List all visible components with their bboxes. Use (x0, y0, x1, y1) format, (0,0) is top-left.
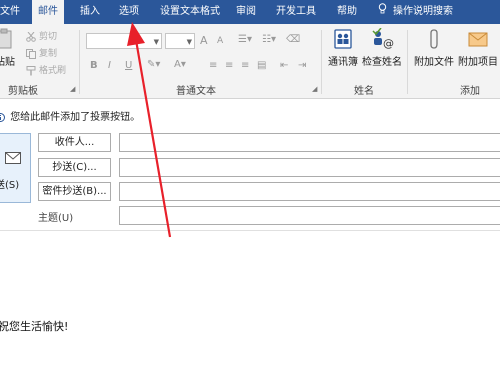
annotation-arrow (127, 22, 172, 238)
